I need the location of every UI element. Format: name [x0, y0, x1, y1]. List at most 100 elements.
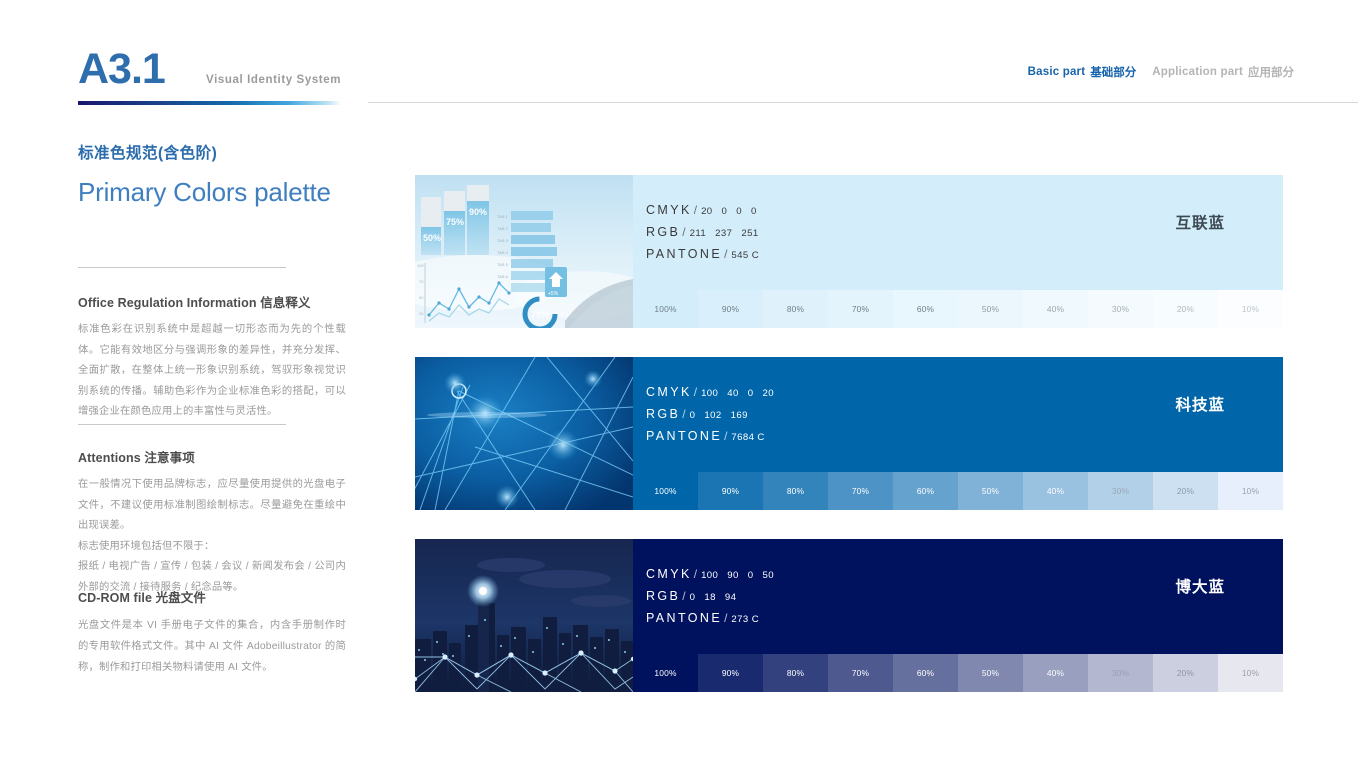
tint-label: 50% [981, 668, 1000, 678]
spec-value-pantone: 7684 C [731, 432, 765, 443]
tint-label: 10% [1241, 486, 1260, 496]
tint-swatch: 50% [958, 290, 1023, 328]
tint-swatch: 10% [1218, 472, 1283, 510]
cdrom-block-heading: CD-ROM file 光盘文件 [78, 587, 346, 606]
tint-label: 90% [721, 668, 740, 678]
panel-spec-area: CMYK / 100 40 0 20 RGB / 0 102 169 PANTONE / [633, 357, 1283, 510]
svg-text:+5%: +5% [548, 291, 559, 297]
svg-text:75%: 75% [446, 217, 464, 227]
spec-slash: / [682, 225, 686, 239]
tint-scale-row: 100% 90% 80% 70% 60% 50% 40% 30% 20% 10% [633, 290, 1283, 328]
spec-slash: / [693, 203, 698, 217]
nav-item-basic-part-cn: 基础部分 [1090, 67, 1137, 79]
tint-swatch: 50% [958, 472, 1023, 510]
svg-text:TAB 6: TAB 6 [497, 274, 509, 279]
tint-label: 10% [1241, 304, 1260, 314]
spec-slash: / [724, 247, 728, 261]
tint-swatch: 50% [958, 654, 1023, 692]
panel-color-name: 博大蓝 [1175, 579, 1225, 596]
tint-swatch: 60% [893, 654, 958, 692]
tint-scale-row: 100% 90% 80% 70% 60% 50% 40% 30% 20% 10% [633, 472, 1283, 510]
spec-row-pantone: PANTONE / 273 C [646, 611, 774, 625]
attentions-block: Attentions 注意事项 在一般情况下使用品牌标志，应尽量使用提供的光盘电… [78, 447, 346, 599]
spec-row-rgb: RGB / 211 237 251 [646, 225, 759, 239]
attentions-block-heading-en: Attentions [78, 451, 141, 465]
svg-text:75: 75 [419, 279, 424, 284]
spec-value-rgb: 0 102 169 [689, 410, 748, 421]
color-panel-grand-blue: CMYK / 100 90 0 50 RGB / 0 18 94 PANTONE / [415, 539, 1283, 692]
tint-label: 70% [851, 668, 870, 678]
abstract-network-lines-image [415, 357, 633, 510]
info-block: Office Regulation Information 信息释义 标准色彩在… [78, 292, 346, 423]
spec-slash: / [724, 429, 728, 443]
spec-value-cmyk: 20 0 0 0 [701, 206, 757, 217]
attentions-block-body: 在一般情况下使用品牌标志，应尽量使用提供的光盘电子文件，不建议使用标准制图绘制标… [78, 479, 346, 593]
spec-label-rgb: RGB [646, 225, 681, 239]
tint-swatch: 60% [893, 472, 958, 510]
tint-label: 60% [916, 486, 935, 496]
tint-swatch: 90% [698, 472, 763, 510]
spec-value-pantone: 545 C [731, 250, 760, 261]
spec-slash: / [682, 407, 686, 421]
tint-label: 100% [654, 304, 677, 314]
tint-label: 80% [786, 486, 805, 496]
header-nav: Basic part 基础部分 Application part 应用部分 [1028, 64, 1294, 80]
header-divider-line [368, 102, 1358, 103]
panel-thumbnail-business-infographic: 50% 75% 90% TAB 1 TAB 2 TAB 3 TAB 4 TAB 5 TA… [415, 175, 633, 328]
tint-label: 20% [1176, 304, 1195, 314]
tint-label: 30% [1111, 486, 1130, 496]
tint-swatch: 30% [1088, 290, 1153, 328]
svg-text:90%: 90% [469, 207, 487, 217]
panel-color-name: 科技蓝 [1175, 397, 1225, 414]
spec-row-cmyk: CMYK / 100 90 0 50 [646, 567, 774, 581]
svg-text:TAB 2: TAB 2 [497, 226, 509, 231]
panel-thumbnail-abstract-network [415, 357, 633, 510]
page-code: A3.1 [78, 45, 166, 93]
tint-swatch: 10% [1218, 654, 1283, 692]
tint-swatch: 100% [633, 472, 698, 510]
spec-slash: / [693, 385, 698, 399]
panel-spec-list: CMYK / 20 0 0 0 RGB / 211 237 251 PANTONE / [646, 203, 759, 269]
section-title-cn: 标准色规范(含色阶) [78, 145, 218, 162]
spec-row-pantone: PANTONE / 7684 C [646, 429, 774, 443]
spec-slash: / [724, 611, 728, 625]
tint-swatch: 20% [1153, 472, 1218, 510]
tint-swatch: 20% [1153, 654, 1218, 692]
panel-spec-area: CMYK / 20 0 0 0 RGB / 211 237 251 PANTONE / [633, 175, 1283, 328]
spec-value-cmyk: 100 90 0 50 [701, 570, 774, 581]
tint-swatch: 100% [633, 654, 698, 692]
nav-item-application-part-cn: 应用部分 [1248, 67, 1294, 79]
nav-item-basic-part[interactable]: Basic part 基础部分 [1028, 64, 1137, 80]
svg-text:TAB 5: TAB 5 [497, 262, 509, 267]
spec-label-cmyk: CMYK [646, 203, 692, 217]
nav-item-application-part[interactable]: Application part 应用部分 [1152, 64, 1294, 80]
svg-text:75%: 75% [531, 310, 549, 320]
tint-label: 50% [981, 486, 1000, 496]
spec-value-cmyk: 100 40 0 20 [701, 388, 774, 399]
tint-swatch: 80% [763, 472, 828, 510]
attentions-block-heading-cn: 注意事项 [144, 451, 195, 465]
tint-scale-row: 100% 90% 80% 70% 60% 50% 40% 30% 20% 10% [633, 654, 1283, 692]
tint-label: 80% [786, 304, 805, 314]
tint-label: 60% [916, 304, 935, 314]
panel-spec-list: CMYK / 100 90 0 50 RGB / 0 18 94 PANTONE / [646, 567, 774, 633]
page-header: A3.1 Visual Identity System Basic part 基… [0, 0, 1366, 110]
tint-swatch: 80% [763, 654, 828, 692]
info-block-heading: Office Regulation Information 信息释义 [78, 292, 346, 311]
night-city-network-image [415, 539, 633, 692]
spec-label-rgb: RGB [646, 407, 681, 421]
color-panel-tech-blue: CMYK / 100 40 0 20 RGB / 0 102 169 PANTONE / [415, 357, 1283, 510]
section-divider-2 [78, 424, 286, 425]
spec-row-cmyk: CMYK / 100 40 0 20 [646, 385, 774, 399]
svg-text:TAB 3: TAB 3 [497, 238, 509, 243]
tint-label: 90% [721, 304, 740, 314]
spec-label-pantone: PANTONE [646, 429, 723, 443]
nav-item-application-part-en: Application part [1152, 66, 1243, 78]
tint-swatch: 70% [828, 290, 893, 328]
svg-text:TAB 1: TAB 1 [497, 214, 509, 219]
header-accent-rule [78, 101, 341, 105]
panel-color-name: 互联蓝 [1175, 215, 1225, 232]
business-infographic-chart-image: 50% 75% 90% TAB 1 TAB 2 TAB 3 TAB 4 TAB 5 TA… [415, 175, 633, 328]
tint-label: 40% [1046, 668, 1065, 678]
color-panel-interlink-blue: 50% 75% 90% TAB 1 TAB 2 TAB 3 TAB 4 TAB 5 TA… [415, 175, 1283, 328]
